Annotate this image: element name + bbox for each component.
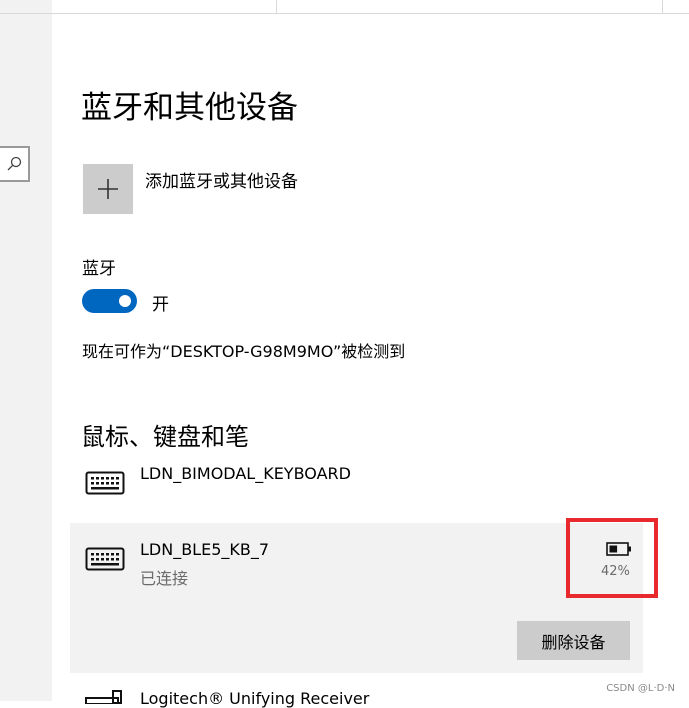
add-device-button[interactable] [83, 164, 133, 214]
navigation-pane [0, 0, 52, 701]
top-divider-tick [662, 0, 663, 13]
device-status: 已连接 [140, 569, 189, 588]
search-box[interactable] [0, 146, 30, 182]
search-icon [7, 156, 22, 171]
keyboard-icon [85, 547, 125, 571]
discoverable-text: 现在可作为“DESKTOP-G98M9MO”被检测到 [82, 342, 406, 361]
toggle-knob [119, 295, 131, 307]
device-name: LDN_BLE5_KB_7 [140, 540, 270, 559]
top-divider [0, 13, 689, 14]
page-title: 蓝牙和其他设备 [81, 90, 298, 126]
remove-device-button[interactable]: 删除设备 [517, 621, 630, 660]
watermark: CSDN @L·D·N [606, 683, 675, 694]
device-name: LDN_BIMODAL_KEYBOARD [140, 464, 351, 483]
keyboard-icon [85, 471, 125, 495]
usb-receiver-icon [85, 690, 122, 704]
bluetooth-heading: 蓝牙 [82, 259, 116, 279]
bluetooth-toggle-label: 开 [152, 295, 169, 315]
top-divider-tick [276, 0, 277, 13]
plus-icon [98, 179, 118, 199]
section-title: 鼠标、键盘和笔 [81, 423, 249, 451]
add-device-label[interactable]: 添加蓝牙或其他设备 [145, 167, 298, 192]
highlight-annotation-box [566, 518, 658, 598]
bluetooth-toggle[interactable] [82, 289, 137, 313]
device-name: Logitech® Unifying Receiver [140, 689, 370, 708]
